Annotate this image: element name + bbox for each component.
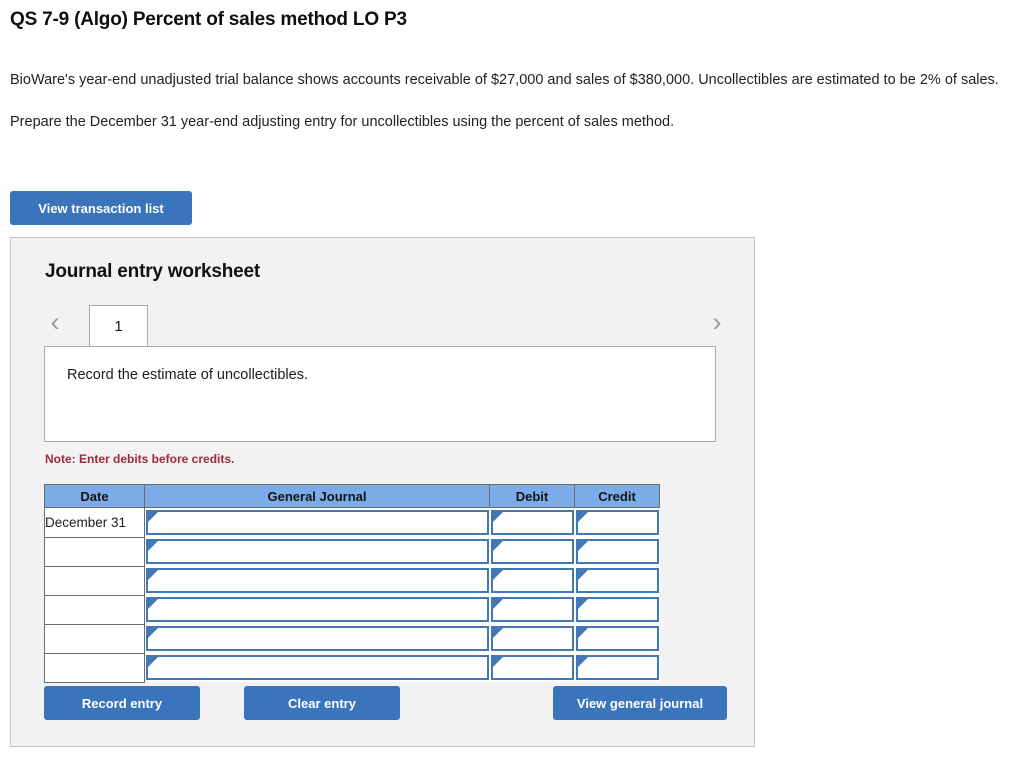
dropdown-arrow-icon: [148, 512, 158, 522]
table-row: December 31: [44, 507, 660, 538]
dropdown-arrow-icon: [492, 512, 503, 522]
dropdown-arrow-icon: [492, 657, 503, 667]
dropdown-arrow-icon: [577, 570, 588, 580]
debit-input-cell[interactable]: [489, 507, 575, 537]
date-cell[interactable]: [44, 594, 145, 625]
debit-field[interactable]: [490, 539, 574, 564]
dropdown-arrow-icon: [148, 657, 158, 667]
credit-field[interactable]: [575, 539, 659, 564]
credit-field[interactable]: [575, 626, 659, 651]
journal-entry-table: Date General Journal Debit Credit Decemb…: [44, 484, 660, 683]
general-journal-field[interactable]: [146, 568, 489, 593]
column-header-general-journal: General Journal: [144, 484, 490, 508]
general-journal-input-cell[interactable]: [144, 653, 490, 682]
credit-input-cell[interactable]: [574, 624, 660, 653]
general-journal-input-cell[interactable]: [144, 595, 490, 624]
chevron-left-icon[interactable]: ‹: [44, 307, 66, 339]
dropdown-arrow-icon: [148, 541, 158, 551]
dropdown-arrow-icon: [577, 541, 588, 551]
debit-input-cell[interactable]: [489, 653, 575, 682]
credit-field[interactable]: [575, 510, 659, 535]
chevron-right-icon[interactable]: ›: [706, 307, 728, 339]
date-cell[interactable]: December 31: [44, 507, 145, 538]
debit-input-cell[interactable]: [489, 566, 575, 595]
view-general-journal-button[interactable]: View general journal: [553, 686, 727, 720]
general-journal-field[interactable]: [146, 655, 489, 680]
dropdown-arrow-icon: [577, 657, 588, 667]
dropdown-arrow-icon: [577, 512, 588, 522]
record-entry-button[interactable]: Record entry: [44, 686, 200, 720]
debit-input-cell[interactable]: [489, 537, 575, 566]
debit-field[interactable]: [490, 626, 574, 651]
general-journal-field[interactable]: [146, 597, 489, 622]
general-journal-field[interactable]: [146, 510, 489, 535]
general-journal-input-cell[interactable]: [144, 507, 490, 537]
credit-input-cell[interactable]: [574, 507, 660, 537]
debit-field[interactable]: [490, 510, 574, 535]
general-journal-input-cell[interactable]: [144, 624, 490, 653]
journal-entry-worksheet-panel: Journal entry worksheet ‹ 1 › Record the…: [10, 237, 755, 747]
credit-input-cell[interactable]: [574, 595, 660, 624]
credit-input-cell[interactable]: [574, 653, 660, 682]
dropdown-arrow-icon: [492, 628, 503, 638]
credit-input-cell[interactable]: [574, 566, 660, 595]
date-cell[interactable]: [44, 652, 145, 683]
debit-input-cell[interactable]: [489, 624, 575, 653]
date-cell[interactable]: [44, 536, 145, 567]
dropdown-arrow-icon: [148, 628, 158, 638]
dropdown-arrow-icon: [577, 628, 588, 638]
view-transaction-list-button[interactable]: View transaction list: [10, 191, 192, 225]
question-prompt: BioWare's year-end unadjusted trial bala…: [10, 70, 1000, 132]
column-header-debit: Debit: [489, 484, 575, 508]
instruction-text: Record the estimate of uncollectibles.: [67, 367, 308, 383]
debit-field[interactable]: [490, 568, 574, 593]
debit-field[interactable]: [490, 655, 574, 680]
worksheet-tab-strip: ‹ 1 ›: [44, 301, 728, 347]
question-paragraph-2: Prepare the December 31 year-end adjusti…: [10, 114, 675, 130]
dropdown-arrow-icon: [577, 599, 588, 609]
general-journal-input-cell[interactable]: [144, 537, 490, 566]
credit-field[interactable]: [575, 568, 659, 593]
table-row: [44, 536, 660, 567]
debit-input-cell[interactable]: [489, 595, 575, 624]
clear-entry-button[interactable]: Clear entry: [244, 686, 400, 720]
dropdown-arrow-icon: [492, 599, 503, 609]
worksheet-title: Journal entry worksheet: [45, 261, 261, 282]
debit-field[interactable]: [490, 597, 574, 622]
general-journal-field[interactable]: [146, 626, 489, 651]
instruction-box: Record the estimate of uncollectibles.: [44, 346, 716, 442]
dropdown-arrow-icon: [148, 599, 158, 609]
general-journal-input-cell[interactable]: [144, 566, 490, 595]
debits-before-credits-note: Note: Enter debits before credits.: [45, 452, 235, 466]
table-row: [44, 594, 660, 625]
dropdown-arrow-icon: [148, 570, 158, 580]
date-cell[interactable]: [44, 623, 145, 654]
credit-input-cell[interactable]: [574, 537, 660, 566]
table-row: [44, 565, 660, 596]
credit-field[interactable]: [575, 597, 659, 622]
table-row: [44, 652, 660, 683]
table-header-row: Date General Journal Debit Credit: [44, 484, 660, 508]
table-row: [44, 623, 660, 654]
worksheet-tab-1[interactable]: 1: [89, 305, 148, 347]
general-journal-field[interactable]: [146, 539, 489, 564]
question-paragraph-1: BioWare's year-end unadjusted trial bala…: [10, 72, 999, 88]
page-title: QS 7-9 (Algo) Percent of sales method LO…: [10, 9, 407, 30]
dropdown-arrow-icon: [492, 570, 503, 580]
column-header-credit: Credit: [574, 484, 660, 508]
credit-field[interactable]: [575, 655, 659, 680]
dropdown-arrow-icon: [492, 541, 503, 551]
column-header-date: Date: [44, 484, 145, 508]
date-cell[interactable]: [44, 565, 145, 596]
